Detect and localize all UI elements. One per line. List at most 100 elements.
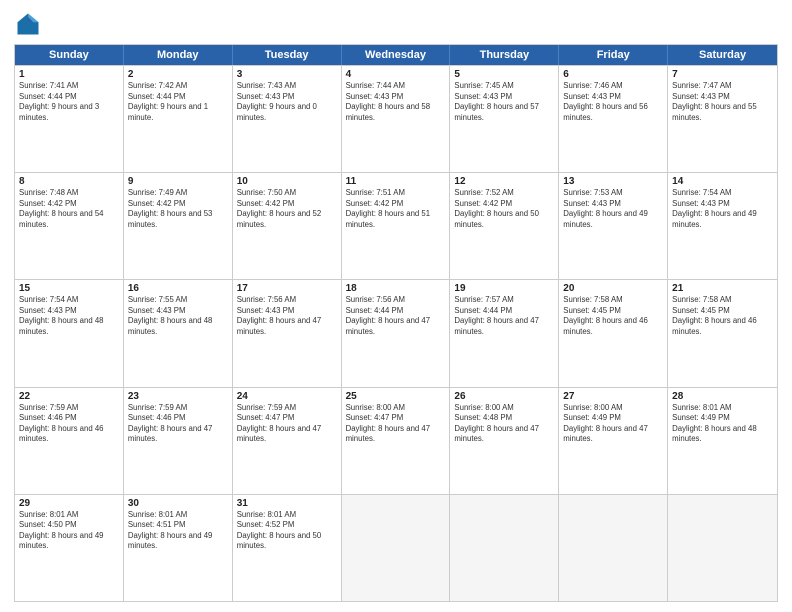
day-info: Sunrise: 7:48 AM Sunset: 4:42 PM Dayligh… (19, 188, 119, 230)
day-number: 14 (672, 176, 773, 187)
daylight-text: Daylight: 8 hours and 56 minutes. (563, 102, 648, 122)
sunset-text: Sunset: 4:43 PM (346, 92, 404, 101)
sunset-text: Sunset: 4:42 PM (237, 199, 295, 208)
sunrise-text: Sunrise: 7:46 AM (563, 81, 622, 90)
daylight-text: Daylight: 9 hours and 1 minute. (128, 102, 208, 122)
sunset-text: Sunset: 4:46 PM (19, 413, 77, 422)
day-number: 7 (672, 69, 773, 80)
header-day-wednesday: Wednesday (342, 45, 451, 65)
day-info: Sunrise: 8:00 AM Sunset: 4:49 PM Dayligh… (563, 403, 663, 445)
day-number: 17 (237, 283, 337, 294)
day-number: 6 (563, 69, 663, 80)
day-info: Sunrise: 8:00 AM Sunset: 4:48 PM Dayligh… (454, 403, 554, 445)
sunrise-text: Sunrise: 7:49 AM (128, 188, 187, 197)
day-number: 12 (454, 176, 554, 187)
sunrise-text: Sunrise: 7:58 AM (563, 295, 622, 304)
day-number: 15 (19, 283, 119, 294)
day-info: Sunrise: 7:45 AM Sunset: 4:43 PM Dayligh… (454, 81, 554, 123)
daylight-text: Daylight: 8 hours and 46 minutes. (19, 424, 104, 444)
day-cell-2: 2 Sunrise: 7:42 AM Sunset: 4:44 PM Dayli… (124, 66, 233, 172)
header-day-sunday: Sunday (15, 45, 124, 65)
sunset-text: Sunset: 4:43 PM (19, 306, 77, 315)
sunrise-text: Sunrise: 7:47 AM (672, 81, 731, 90)
day-info: Sunrise: 8:01 AM Sunset: 4:50 PM Dayligh… (19, 510, 119, 552)
sunset-text: Sunset: 4:42 PM (346, 199, 404, 208)
sunrise-text: Sunrise: 7:59 AM (237, 403, 296, 412)
sunrise-text: Sunrise: 7:42 AM (128, 81, 187, 90)
day-cell-15: 15 Sunrise: 7:54 AM Sunset: 4:43 PM Dayl… (15, 280, 124, 386)
empty-cell (668, 495, 777, 601)
daylight-text: Daylight: 8 hours and 47 minutes. (346, 316, 431, 336)
day-info: Sunrise: 8:01 AM Sunset: 4:52 PM Dayligh… (237, 510, 337, 552)
sunset-text: Sunset: 4:43 PM (128, 306, 186, 315)
sunset-text: Sunset: 4:44 PM (454, 306, 512, 315)
daylight-text: Daylight: 8 hours and 50 minutes. (454, 209, 539, 229)
logo (14, 10, 46, 38)
day-cell-9: 9 Sunrise: 7:49 AM Sunset: 4:42 PM Dayli… (124, 173, 233, 279)
day-number: 29 (19, 498, 119, 509)
daylight-text: Daylight: 9 hours and 0 minutes. (237, 102, 317, 122)
day-cell-11: 11 Sunrise: 7:51 AM Sunset: 4:42 PM Dayl… (342, 173, 451, 279)
day-number: 24 (237, 391, 337, 402)
sunset-text: Sunset: 4:48 PM (454, 413, 512, 422)
day-number: 4 (346, 69, 446, 80)
sunrise-text: Sunrise: 7:59 AM (128, 403, 187, 412)
day-number: 31 (237, 498, 337, 509)
day-number: 19 (454, 283, 554, 294)
day-info: Sunrise: 7:44 AM Sunset: 4:43 PM Dayligh… (346, 81, 446, 123)
sunrise-text: Sunrise: 8:01 AM (128, 510, 187, 519)
daylight-text: Daylight: 8 hours and 51 minutes. (346, 209, 431, 229)
day-cell-18: 18 Sunrise: 7:56 AM Sunset: 4:44 PM Dayl… (342, 280, 451, 386)
day-cell-20: 20 Sunrise: 7:58 AM Sunset: 4:45 PM Dayl… (559, 280, 668, 386)
day-number: 18 (346, 283, 446, 294)
day-cell-4: 4 Sunrise: 7:44 AM Sunset: 4:43 PM Dayli… (342, 66, 451, 172)
day-info: Sunrise: 7:46 AM Sunset: 4:43 PM Dayligh… (563, 81, 663, 123)
day-cell-24: 24 Sunrise: 7:59 AM Sunset: 4:47 PM Dayl… (233, 388, 342, 494)
calendar-row-1: 1 Sunrise: 7:41 AM Sunset: 4:44 PM Dayli… (15, 65, 777, 172)
sunrise-text: Sunrise: 7:48 AM (19, 188, 78, 197)
empty-cell (450, 495, 559, 601)
sunset-text: Sunset: 4:47 PM (237, 413, 295, 422)
sunrise-text: Sunrise: 7:58 AM (672, 295, 731, 304)
day-number: 23 (128, 391, 228, 402)
day-cell-14: 14 Sunrise: 7:54 AM Sunset: 4:43 PM Dayl… (668, 173, 777, 279)
sunset-text: Sunset: 4:42 PM (128, 199, 186, 208)
sunrise-text: Sunrise: 8:01 AM (672, 403, 731, 412)
day-number: 8 (19, 176, 119, 187)
daylight-text: Daylight: 8 hours and 47 minutes. (454, 424, 539, 444)
day-info: Sunrise: 7:59 AM Sunset: 4:47 PM Dayligh… (237, 403, 337, 445)
day-cell-31: 31 Sunrise: 8:01 AM Sunset: 4:52 PM Dayl… (233, 495, 342, 601)
header (14, 10, 778, 38)
day-info: Sunrise: 7:49 AM Sunset: 4:42 PM Dayligh… (128, 188, 228, 230)
day-number: 25 (346, 391, 446, 402)
header-day-friday: Friday (559, 45, 668, 65)
header-day-saturday: Saturday (668, 45, 777, 65)
sunrise-text: Sunrise: 7:57 AM (454, 295, 513, 304)
day-cell-30: 30 Sunrise: 8:01 AM Sunset: 4:51 PM Dayl… (124, 495, 233, 601)
sunrise-text: Sunrise: 7:52 AM (454, 188, 513, 197)
header-day-thursday: Thursday (450, 45, 559, 65)
sunset-text: Sunset: 4:43 PM (237, 92, 295, 101)
daylight-text: Daylight: 8 hours and 52 minutes. (237, 209, 322, 229)
day-info: Sunrise: 7:50 AM Sunset: 4:42 PM Dayligh… (237, 188, 337, 230)
day-number: 28 (672, 391, 773, 402)
day-info: Sunrise: 7:43 AM Sunset: 4:43 PM Dayligh… (237, 81, 337, 123)
day-cell-25: 25 Sunrise: 8:00 AM Sunset: 4:47 PM Dayl… (342, 388, 451, 494)
sunrise-text: Sunrise: 7:56 AM (237, 295, 296, 304)
day-info: Sunrise: 7:58 AM Sunset: 4:45 PM Dayligh… (672, 295, 773, 337)
sunset-text: Sunset: 4:43 PM (563, 199, 621, 208)
calendar-row-3: 15 Sunrise: 7:54 AM Sunset: 4:43 PM Dayl… (15, 279, 777, 386)
sunset-text: Sunset: 4:44 PM (128, 92, 186, 101)
day-cell-16: 16 Sunrise: 7:55 AM Sunset: 4:43 PM Dayl… (124, 280, 233, 386)
calendar-page: SundayMondayTuesdayWednesdayThursdayFrid… (0, 0, 792, 612)
day-number: 20 (563, 283, 663, 294)
day-info: Sunrise: 8:01 AM Sunset: 4:49 PM Dayligh… (672, 403, 773, 445)
sunset-text: Sunset: 4:51 PM (128, 520, 186, 529)
sunset-text: Sunset: 4:43 PM (454, 92, 512, 101)
day-cell-28: 28 Sunrise: 8:01 AM Sunset: 4:49 PM Dayl… (668, 388, 777, 494)
day-cell-5: 5 Sunrise: 7:45 AM Sunset: 4:43 PM Dayli… (450, 66, 559, 172)
day-info: Sunrise: 8:01 AM Sunset: 4:51 PM Dayligh… (128, 510, 228, 552)
day-cell-3: 3 Sunrise: 7:43 AM Sunset: 4:43 PM Dayli… (233, 66, 342, 172)
sunrise-text: Sunrise: 7:44 AM (346, 81, 405, 90)
daylight-text: Daylight: 8 hours and 58 minutes. (346, 102, 431, 122)
